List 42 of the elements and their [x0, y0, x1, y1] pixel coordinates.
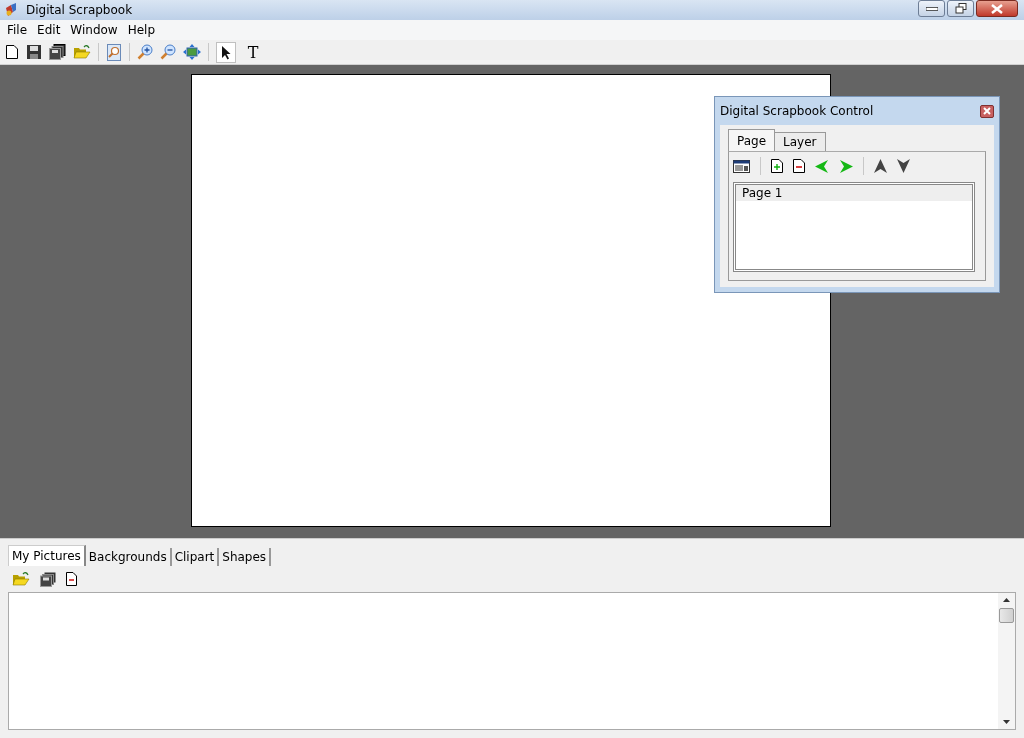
minimize-icon	[925, 6, 938, 11]
close-button[interactable]	[980, 104, 994, 118]
move-down-arrow-icon[interactable]	[897, 159, 910, 173]
restore-icon	[954, 3, 967, 14]
menu-item[interactable]: Window	[65, 23, 123, 37]
pointer-icon	[221, 44, 231, 60]
text-tool-button[interactable]: T	[243, 41, 263, 63]
print-preview-icon[interactable]	[106, 43, 122, 61]
app-logo-icon	[4, 2, 18, 18]
save-all-icon[interactable]	[49, 44, 66, 60]
page-list-item[interactable]: Page 1	[736, 185, 972, 201]
save-all-icon[interactable]	[40, 571, 56, 587]
zoom-in-icon[interactable]	[137, 44, 153, 60]
menu-item[interactable]: Help	[122, 23, 161, 37]
close-button[interactable]	[976, 0, 1018, 17]
save-icon[interactable]	[26, 44, 42, 60]
page-properties-icon[interactable]	[733, 159, 750, 173]
remove-page-icon[interactable]	[793, 159, 805, 173]
add-page-icon[interactable]	[771, 159, 783, 173]
fit-page-icon[interactable]	[183, 44, 201, 60]
panel-tab[interactable]: Page	[728, 129, 776, 151]
open-folder-icon[interactable]	[73, 44, 91, 60]
scroll-down-icon[interactable]	[1003, 720, 1010, 724]
open-folder-icon[interactable]	[12, 572, 30, 586]
menu-item[interactable]: File	[2, 23, 33, 37]
restore-button[interactable]	[947, 0, 974, 17]
new-document-icon[interactable]	[5, 44, 19, 60]
menu-item[interactable]: Edit	[32, 23, 66, 37]
vertical-scrollbar[interactable]	[998, 593, 1015, 729]
minimize-button[interactable]	[918, 0, 945, 17]
close-icon	[983, 107, 991, 115]
panel-title: Digital Scrapbook Control	[720, 104, 874, 118]
scroll-up-icon[interactable]	[1003, 598, 1010, 602]
window-title: Digital Scrapbook	[26, 3, 133, 17]
move-up-arrow-icon[interactable]	[874, 159, 887, 173]
pointer-tool-button[interactable]	[216, 41, 236, 63]
library-tab[interactable]: My Pictures	[8, 545, 86, 566]
zoom-out-icon[interactable]	[160, 44, 176, 60]
scroll-thumb[interactable]	[999, 608, 1014, 623]
remove-document-icon[interactable]	[66, 572, 77, 586]
close-icon	[991, 3, 1003, 14]
panel-tab[interactable]: Layer	[774, 132, 826, 151]
